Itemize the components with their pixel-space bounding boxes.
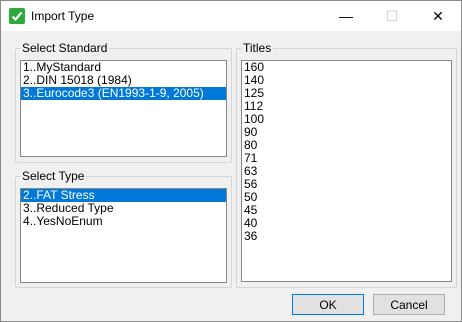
list-item[interactable]: 71 [242,152,451,165]
list-item[interactable]: 80 [242,139,451,152]
standard-listbox[interactable]: 1..MyStandard 2..DIN 15018 (1984) 3..Euroc… [20,60,227,157]
title-bar[interactable]: Import Type — ☐ ✕ [1,1,461,31]
list-item[interactable]: 112 [242,100,451,113]
list-item[interactable]: 90 [242,126,451,139]
select-standard-group: Select Standard 1..MyStandard 2..DIN 1501… [15,41,232,163]
titles-label: Titles [241,41,274,55]
list-item[interactable]: 45 [242,204,451,217]
select-standard-label: Select Standard [20,41,110,55]
maximize-button[interactable]: ☐ [369,1,415,31]
list-item[interactable]: 100 [242,113,451,126]
list-item[interactable]: 140 [242,74,451,87]
list-item[interactable]: 36 [242,230,451,243]
list-item[interactable]: 4..YesNoEnum [21,215,226,228]
list-item[interactable]: 160 [242,61,451,74]
minimize-button[interactable]: — [323,1,369,31]
titles-listbox[interactable]: 160 140 125 112 100 90 80 71 63 56 50 45 40 36 [241,60,452,282]
select-type-label: Select Type [20,169,87,183]
titles-group: Titles 160 140 125 112 100 90 80 71 63 56 50 45 40 36 [236,41,457,288]
close-button[interactable]: ✕ [415,1,461,31]
list-item[interactable]: 3..Eurocode3 (EN1993-1-9, 2005) [21,87,226,100]
list-item[interactable]: 63 [242,165,451,178]
green-checkbox-icon [9,8,25,24]
list-item[interactable]: 125 [242,87,451,100]
select-type-group: Select Type 2..FAT Stress 3..Reduced Type… [15,169,232,288]
list-item[interactable]: 40 [242,217,451,230]
type-listbox[interactable]: 2..FAT Stress 3..Reduced Type 4..YesNoEnum [20,188,227,283]
ok-button[interactable]: OK [292,294,364,315]
cancel-button[interactable]: Cancel [373,294,445,315]
import-type-dialog: Import Type — ☐ ✕ Select Standard 1..MyS… [0,0,462,322]
window-title: Import Type [31,9,95,23]
list-item[interactable]: 50 [242,191,451,204]
list-item[interactable]: 56 [242,178,451,191]
